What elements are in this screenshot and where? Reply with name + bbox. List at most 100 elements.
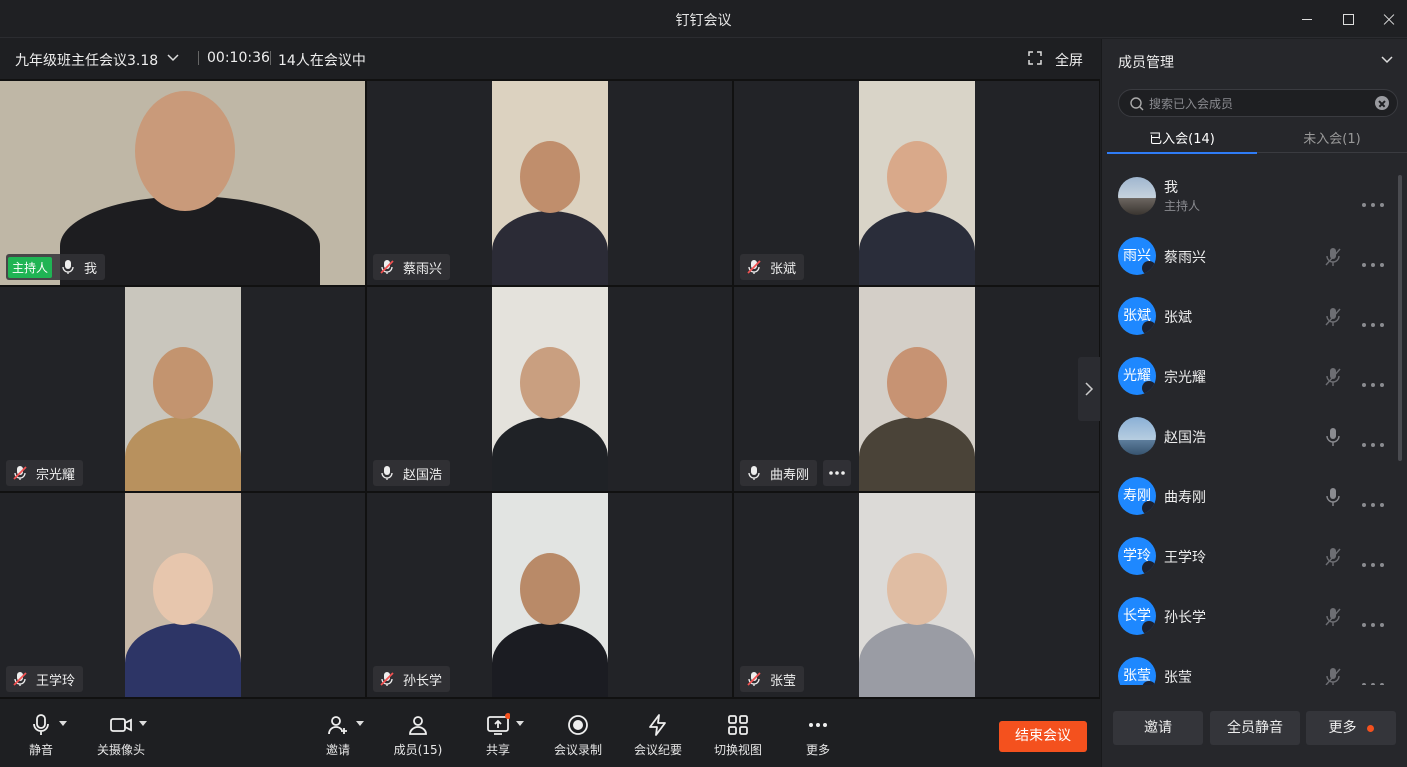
chevron-down-icon[interactable] [516,721,524,726]
panel-more-button[interactable]: 更多 [1306,711,1396,745]
member-more-button[interactable] [1361,493,1385,507]
fullscreen-button[interactable]: 全屏 [1055,50,1083,70]
member-search [1118,89,1398,117]
clear-icon[interactable] [1375,96,1389,110]
participant-name: 赵国浩 [403,467,443,483]
member-more-button[interactable] [1361,613,1385,627]
chevron-down-icon[interactable] [356,721,364,726]
member-more-button[interactable] [1361,433,1385,447]
mic-muted-icon[interactable] [1324,307,1342,327]
video-tile[interactable]: 赵国浩 [367,287,732,491]
member-list: 我主持人 雨兴 蔡雨兴 张斌 张斌 光耀 宗光耀 赵国浩 寿刚 曲寿刚 学玲 王学玲 长学 孙长学 张莹 张莹 [1102,167,1398,685]
search-input[interactable] [1149,94,1369,114]
more-dots-icon [1362,383,1384,387]
video-feed [492,81,608,285]
member-row[interactable]: 长学 孙长学 [1102,587,1398,647]
member-row[interactable]: 雨兴 蔡雨兴 [1102,227,1398,287]
member-row[interactable]: 张斌 张斌 [1102,287,1398,347]
member-row[interactable]: 光耀 宗光耀 [1102,347,1398,407]
title-bar: 钉钉会议 [0,0,1407,38]
participant-name: 张莹 [770,673,797,689]
member-tabs: 已入会(14) 未入会(1) [1107,125,1407,154]
mic-muted-icon [12,671,28,687]
close-icon[interactable] [1379,9,1399,29]
member-list-scrollbar[interactable] [1398,175,1402,461]
member-row[interactable]: 我主持人 [1102,167,1398,227]
video-tile[interactable]: 张斌 [734,81,1099,285]
avatar: 光耀 [1118,357,1156,395]
mute-label: 静音 [28,743,53,757]
member-row[interactable]: 学玲 王学玲 [1102,527,1398,587]
switch-view-button[interactable]: 切换视图 [698,713,778,758]
video-tile[interactable]: 蔡雨兴 [367,81,732,285]
participant-name: 宗光耀 [36,467,76,483]
minimize-icon[interactable] [1297,9,1317,29]
lightning-icon [649,714,666,736]
chevron-down-icon[interactable] [59,721,67,726]
invite-member-button[interactable]: 邀请 [1113,711,1203,745]
chevron-down-icon[interactable] [139,721,147,726]
person-body [492,623,608,697]
microphone-icon [379,465,395,481]
chevron-down-icon[interactable] [166,51,180,65]
mic-muted-icon[interactable] [1324,247,1342,267]
share-button[interactable]: 共享 [458,713,538,758]
member-row[interactable]: 张莹 张莹 [1102,647,1398,685]
member-more-button[interactable] [1361,373,1385,387]
fullscreen-icon[interactable] [1028,51,1042,65]
next-page-button[interactable] [1078,357,1100,421]
more-dots-icon [1362,563,1384,567]
meeting-title[interactable]: 九年级班主任会议3.18 [15,50,158,70]
members-icon [409,716,427,735]
microphone-icon[interactable] [1324,487,1342,507]
camera-off-button[interactable]: 关摄像头 [81,713,161,758]
members-button[interactable]: 成员(15) [378,713,458,758]
participant-name: 我 [84,261,98,277]
person-head [153,347,213,419]
avatar: 张斌 [1118,297,1156,335]
member-more-button[interactable] [1361,313,1385,327]
member-row[interactable]: 寿刚 曲寿刚 [1102,467,1398,527]
video-tile[interactable]: 孙长学 [367,493,732,697]
member-more-button[interactable] [1361,553,1385,567]
participant-count: 14人在会议中 [278,53,366,69]
mic-muted-icon[interactable] [1324,607,1342,627]
microphone-icon[interactable] [1324,427,1342,447]
tab-joined[interactable]: 已入会(14) [1107,128,1257,147]
video-tile[interactable]: 主持人 我 [0,81,365,285]
video-tile[interactable]: 张莹 [734,493,1099,697]
invite-button[interactable]: 邀请 [298,713,378,758]
mic-muted-icon[interactable] [1324,547,1342,567]
avatar: 学玲 [1118,537,1156,575]
mic-muted-icon[interactable] [1324,667,1342,685]
video-tile[interactable]: 宗光耀 [0,287,365,491]
mic-muted-icon[interactable] [1324,367,1342,387]
member-more-button[interactable] [1361,673,1385,685]
mic-muted-icon [1142,561,1156,575]
member-name: 王学玲 [1164,550,1206,566]
video-tile[interactable]: 王学玲 [0,493,365,697]
person-head [520,347,580,419]
mute-all-button[interactable]: 全员静音 [1210,711,1300,745]
more-dots-icon [1362,683,1384,685]
person-head [520,553,580,625]
end-meeting-button[interactable]: 结束会议 [999,721,1087,752]
video-feed [492,287,608,491]
video-tile[interactable]: 曲寿刚 [734,287,1099,491]
minutes-button[interactable]: 会议纪要 [618,713,698,758]
member-row[interactable]: 赵国浩 [1102,407,1398,467]
record-button[interactable]: 会议录制 [538,713,618,758]
mic-muted-icon [1142,501,1156,515]
mute-button[interactable]: 静音 [1,713,81,758]
notification-dot [1366,724,1374,732]
chevron-down-icon[interactable] [1380,53,1394,67]
tile-more-button[interactable] [823,460,851,486]
maximize-icon[interactable] [1338,9,1358,29]
member-more-button[interactable] [1361,193,1385,207]
person-head [520,141,580,213]
tab-not-joined[interactable]: 未入会(1) [1257,128,1407,147]
member-name: 张莹 [1164,670,1192,685]
participant-label: 主持人 我 [6,254,106,280]
more-button[interactable]: 更多 [778,713,858,758]
member-more-button[interactable] [1361,253,1385,267]
